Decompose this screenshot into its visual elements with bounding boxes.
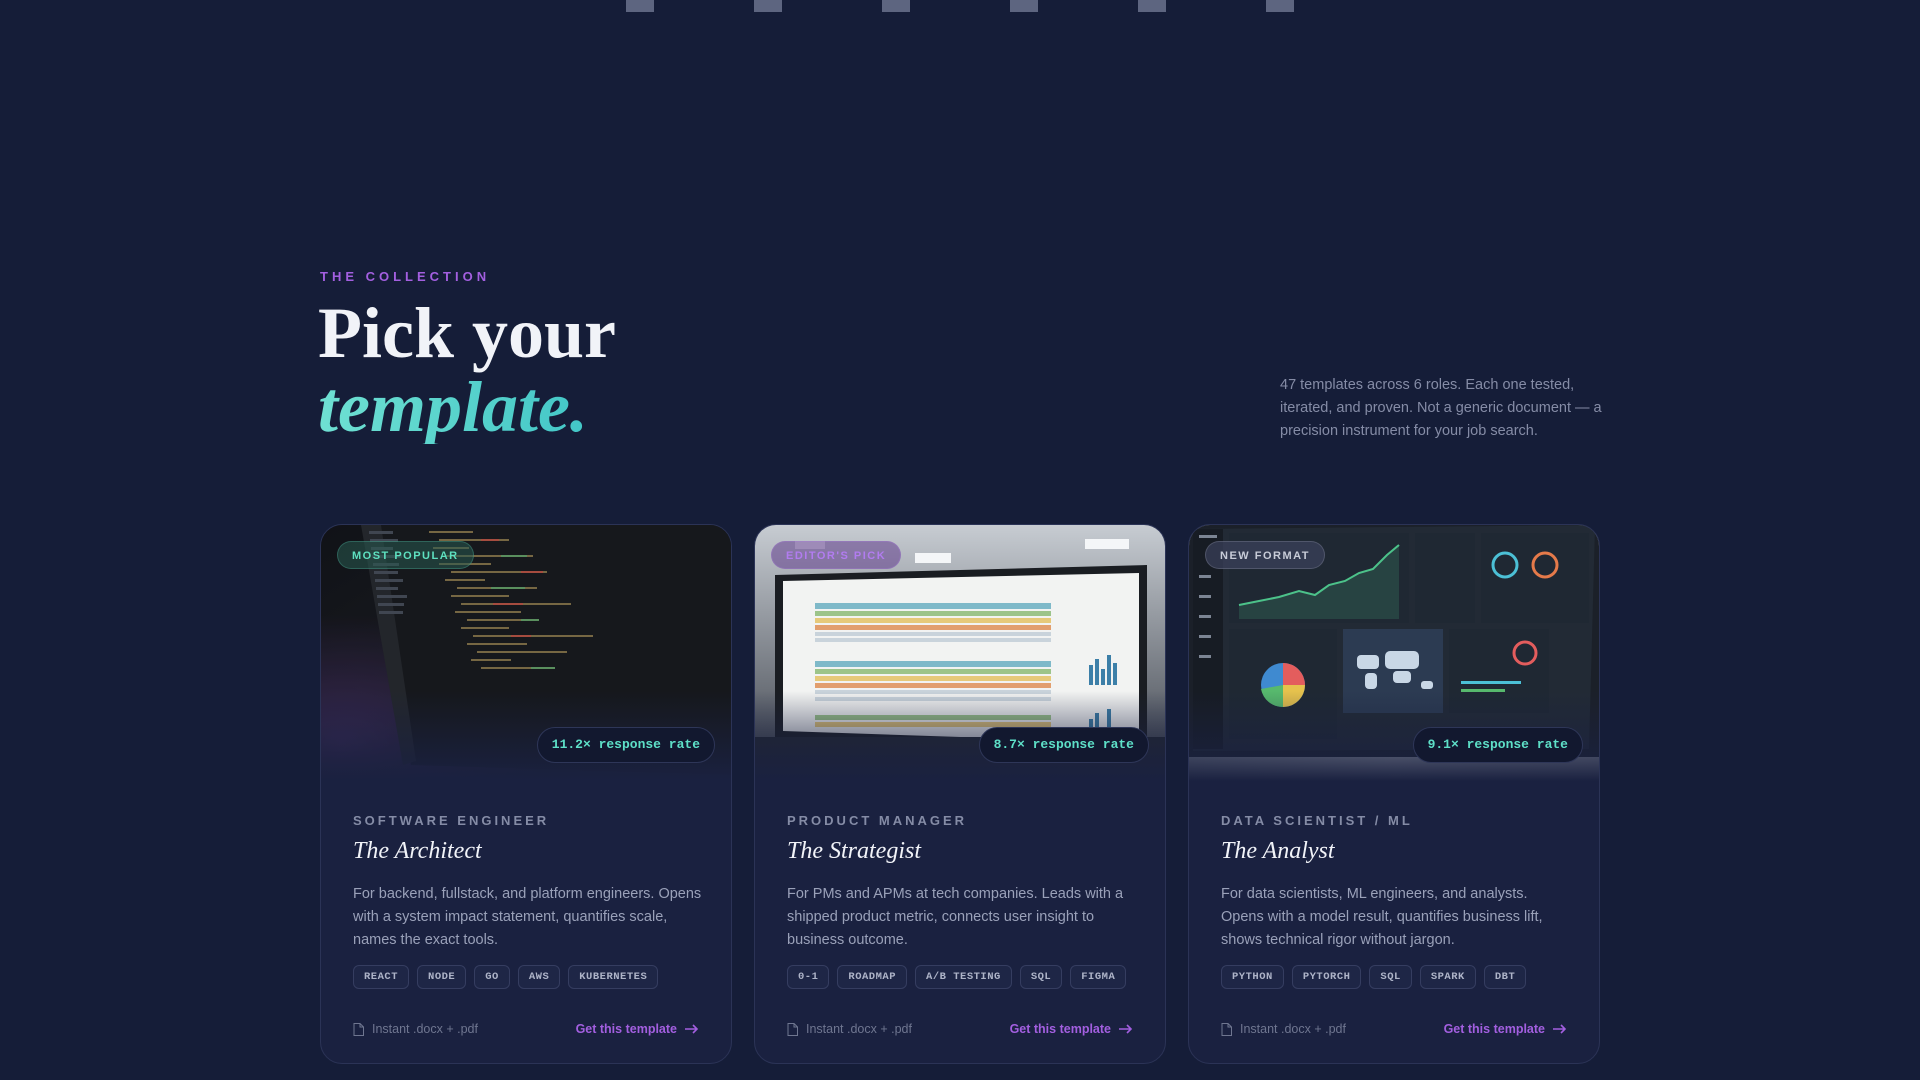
get-template-link[interactable]: Get this template [1444, 1022, 1567, 1036]
card-role: DATA SCIENTIST / ML [1221, 813, 1413, 828]
title-line-2: template. [318, 370, 616, 444]
card-role: SOFTWARE ENGINEER [353, 813, 550, 828]
top-decoration [626, 0, 1294, 12]
format-info: Instant .docx + .pdf [787, 1022, 912, 1036]
card-footer: Instant .docx + .pdf Get this template [353, 1019, 699, 1039]
badge-editors-pick: EDITOR'S PICK [771, 541, 902, 569]
arrow-right-icon [1553, 1024, 1567, 1034]
response-rate-pill: 9.1× response rate [1412, 727, 1583, 763]
template-card-analyst[interactable]: NEW FORMAT 9.1× response rate DATA SCIEN… [1188, 524, 1600, 1064]
card-title: The Architect [353, 838, 482, 864]
template-cards: MOST POPULAR 11.2× response rate SOFTWAR… [320, 524, 1600, 1064]
format-info: Instant .docx + .pdf [353, 1022, 478, 1036]
section-title: Pick your template. [318, 296, 616, 444]
tag: KUBERNETES [568, 965, 659, 989]
card-title: The Analyst [1221, 838, 1335, 864]
section-eyebrow: THE COLLECTION [320, 269, 491, 284]
response-rate-pill: 8.7× response rate [978, 727, 1149, 763]
format-text: Instant .docx + .pdf [372, 1022, 478, 1036]
format-info: Instant .docx + .pdf [1221, 1022, 1346, 1036]
arrow-right-icon [685, 1024, 699, 1034]
decor-square [882, 0, 910, 12]
cta-label: Get this template [575, 1022, 677, 1036]
card-description: For backend, fullstack, and platform eng… [353, 886, 702, 948]
get-template-link[interactable]: Get this template [576, 1022, 699, 1036]
tag: SPARK [1419, 965, 1476, 989]
tag: PYTHON [1221, 965, 1284, 989]
format-text: Instant .docx + .pdf [1240, 1022, 1346, 1036]
tag: DBT [1483, 965, 1527, 989]
tag: GO [474, 965, 510, 989]
decor-square [754, 0, 782, 12]
arrow-right-icon [1119, 1024, 1133, 1034]
card-description: For PMs and APMs at tech companies. Lead… [787, 886, 1124, 948]
badge-most-popular: MOST POPULAR [337, 541, 474, 569]
document-icon [1221, 1022, 1232, 1036]
card-footer: Instant .docx + .pdf Get this template [787, 1019, 1133, 1039]
title-line-1: Pick your [318, 293, 616, 373]
tag-list: PYTHON PYTORCH SQL SPARK DBT [1221, 965, 1527, 989]
card-title: The Strategist [787, 838, 922, 864]
document-icon [353, 1022, 364, 1036]
format-text: Instant .docx + .pdf [806, 1022, 912, 1036]
template-card-architect[interactable]: MOST POPULAR 11.2× response rate SOFTWAR… [320, 524, 732, 1064]
cta-label: Get this template [1443, 1022, 1545, 1036]
card-body: DATA SCIENTIST / ML The Analyst For data… [1221, 813, 1571, 952]
decor-square [1266, 0, 1294, 12]
response-rate-pill: 11.2× response rate [536, 727, 715, 763]
card-body: SOFTWARE ENGINEER The Architect For back… [353, 813, 703, 952]
tag: PYTORCH [1291, 965, 1362, 989]
tag: SQL [1369, 965, 1412, 989]
decor-square [1138, 0, 1166, 12]
section-intro: 47 templates across 6 roles. Each one te… [1280, 377, 1602, 439]
card-body: PRODUCT MANAGER The Strategist For PMs a… [787, 813, 1137, 952]
tag: SQL [1019, 965, 1063, 989]
tag: AWS [517, 965, 561, 989]
tag: NODE [417, 965, 467, 989]
card-footer: Instant .docx + .pdf Get this template [1221, 1019, 1567, 1039]
card-role: PRODUCT MANAGER [787, 813, 968, 828]
card-description: For data scientists, ML engineers, and a… [1221, 886, 1543, 948]
tag-list: 0-1 ROADMAP A/B TESTING SQL FIGMA [787, 965, 1127, 989]
decor-square [1010, 0, 1038, 12]
decor-square [626, 0, 654, 12]
tag: ROADMAP [837, 965, 908, 989]
get-template-link[interactable]: Get this template [1010, 1022, 1133, 1036]
tag-list: REACT NODE GO AWS KUBERNETES [353, 965, 659, 989]
tag: 0-1 [787, 965, 830, 989]
tag: A/B TESTING [915, 965, 1012, 989]
document-icon [787, 1022, 798, 1036]
tag: REACT [353, 965, 410, 989]
template-card-strategist[interactable]: EDITOR'S PICK 8.7× response rate PRODUCT… [754, 524, 1166, 1064]
badge-new-format: NEW FORMAT [1205, 541, 1325, 569]
cta-label: Get this template [1009, 1022, 1111, 1036]
tag: FIGMA [1070, 965, 1127, 989]
